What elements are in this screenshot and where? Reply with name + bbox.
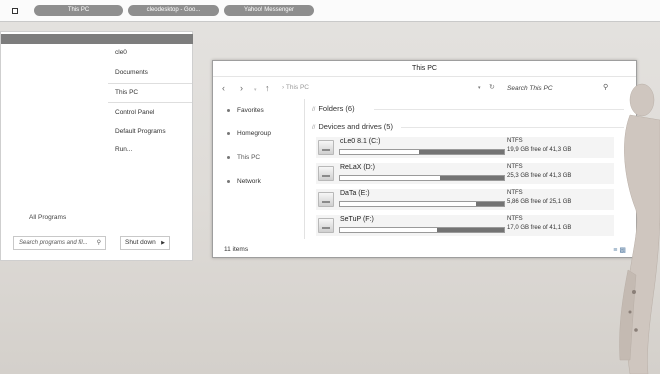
sidebar-label: Favorites: [237, 107, 264, 114]
hard-drive-icon: [318, 192, 334, 207]
drive-usage-fill: [436, 228, 504, 232]
group-header-devices[interactable]: //Devices and drives (5): [312, 122, 393, 131]
address-dropdown-icon[interactable]: ▾: [478, 85, 481, 91]
sidebar-label: Network: [237, 178, 261, 185]
start-item-control-panel[interactable]: Control Panel: [115, 109, 154, 116]
separator: [108, 102, 192, 103]
drive-item[interactable]: SeTuP (F:) NTFS 17,0 GB free of 41,1 GB: [316, 215, 614, 236]
drive-usage-fill: [418, 150, 504, 154]
navigation-bar: ‹ › ▾ ↑ › This PC ▾ ↻ Search This PC ⚲: [213, 78, 636, 99]
figure-silhouette: [619, 83, 660, 374]
group-header-label: Devices and drives (5): [318, 122, 393, 131]
taskbar-button-browser[interactable]: cleodesktop - Goo...: [128, 5, 219, 16]
chevron-right-icon[interactable]: ▶: [161, 237, 165, 249]
start-item-this-pc[interactable]: This PC: [115, 89, 138, 96]
expand-icon[interactable]: [227, 179, 230, 183]
collapse-icon: //: [312, 125, 316, 131]
separator: [108, 83, 192, 84]
drive-usage-bar: [339, 175, 505, 181]
expand-icon[interactable]: [227, 155, 230, 159]
back-icon[interactable]: ‹: [222, 83, 225, 93]
drive-name: cLe0 8.1 (C:): [340, 138, 381, 145]
start-search-placeholder: Search programs and fil...: [19, 240, 88, 246]
drive-filesystem: NTFS: [507, 216, 523, 222]
drive-item[interactable]: DaTa (E:) NTFS 5,86 GB free of 25,1 GB: [316, 189, 614, 210]
window-title: This PC: [213, 61, 636, 77]
windows-icon: [12, 8, 18, 14]
taskbar: This PC cleodesktop - Goo... Yahoo! Mess…: [0, 0, 660, 22]
status-bar: 11 items ≡▩: [213, 241, 636, 257]
drive-usage-bar: [339, 227, 505, 233]
divider: [401, 127, 624, 128]
drive-item[interactable]: ReLaX (D:) NTFS 25,3 GB free of 41,3 GB: [316, 163, 614, 184]
taskbar-button-this-pc[interactable]: This PC: [34, 5, 123, 16]
wallpaper-figure: [619, 83, 660, 374]
shutdown-button[interactable]: Shut down ▶: [120, 236, 170, 250]
drive-filesystem: NTFS: [507, 138, 523, 144]
sidebar-item-this-pc[interactable]: This PC: [227, 154, 260, 161]
drive-free-space: 17,0 GB free of 41,1 GB: [507, 225, 572, 231]
search-icon: ⚲: [96, 240, 101, 246]
explorer-search-input[interactable]: Search This PC: [507, 82, 607, 95]
drive-name: SeTuP (F:): [340, 216, 374, 223]
collapse-icon: //: [312, 107, 316, 113]
shutdown-label: Shut down: [125, 239, 156, 246]
group-header-label: Folders (6): [318, 104, 355, 113]
sidebar-item-network[interactable]: Network: [227, 178, 261, 185]
start-menu: cle0 Documents This PC Control Panel Def…: [0, 31, 193, 261]
start-item-documents[interactable]: Documents: [115, 69, 148, 76]
drive-item[interactable]: cLe0 8.1 (C:) NTFS 19,9 GB free of 41,3 …: [316, 137, 614, 158]
item-count: 11 items: [224, 246, 249, 253]
divider: [374, 109, 624, 110]
sidebar-label: Homegroup: [237, 130, 271, 137]
expand-icon[interactable]: [227, 108, 230, 112]
hard-drive-icon: [318, 166, 334, 181]
group-header-folders[interactable]: //Folders (6): [312, 104, 355, 113]
start-search-input[interactable]: Search programs and fil... ⚲: [13, 236, 106, 250]
refresh-icon[interactable]: ↻: [489, 83, 495, 91]
sidebar-item-homegroup[interactable]: Homegroup: [227, 130, 271, 137]
start-item-default-programs[interactable]: Default Programs: [115, 128, 166, 135]
drive-filesystem: NTFS: [507, 190, 523, 196]
drive-free-space: 19,9 GB free of 41,3 GB: [507, 147, 572, 153]
explorer-window: This PC ‹ › ▾ ↑ › This PC ▾ ↻ Search Thi…: [212, 60, 637, 258]
address-bar[interactable]: › This PC: [282, 84, 309, 91]
start-button[interactable]: [9, 5, 21, 17]
drive-free-space: 25,3 GB free of 41,3 GB: [507, 173, 572, 179]
hard-drive-icon: [318, 218, 334, 233]
sidebar-item-favorites[interactable]: Favorites: [227, 107, 264, 114]
all-programs-link[interactable]: All Programs: [29, 214, 66, 221]
drive-filesystem: NTFS: [507, 164, 523, 170]
drive-usage-fill: [440, 176, 504, 180]
start-item-run[interactable]: Run...: [115, 146, 132, 153]
drive-usage-bar: [339, 201, 505, 207]
drive-usage-bar: [339, 149, 505, 155]
up-arrow-icon[interactable]: ↑: [265, 83, 270, 93]
address-text: This PC: [285, 84, 309, 91]
taskbar-button-messenger[interactable]: Yahoo! Messenger: [224, 5, 314, 16]
recent-dropdown-icon[interactable]: ▾: [254, 85, 257, 95]
start-menu-header: [1, 34, 193, 44]
drive-name: ReLaX (D:): [340, 164, 376, 171]
hard-drive-icon: [318, 140, 334, 155]
content-pane: //Folders (6) //Devices and drives (5) c…: [306, 99, 636, 241]
sidebar-label: This PC: [237, 154, 261, 161]
forward-icon[interactable]: ›: [240, 83, 243, 93]
drive-free-space: 5,86 GB free of 25,1 GB: [507, 199, 572, 205]
drive-usage-fill: [476, 202, 504, 206]
start-item-user[interactable]: cle0: [115, 49, 127, 56]
drive-name: DaTa (E:): [340, 190, 370, 197]
expand-icon[interactable]: [227, 131, 230, 135]
navigation-pane: Favorites Homegroup This PC Network: [213, 99, 305, 239]
